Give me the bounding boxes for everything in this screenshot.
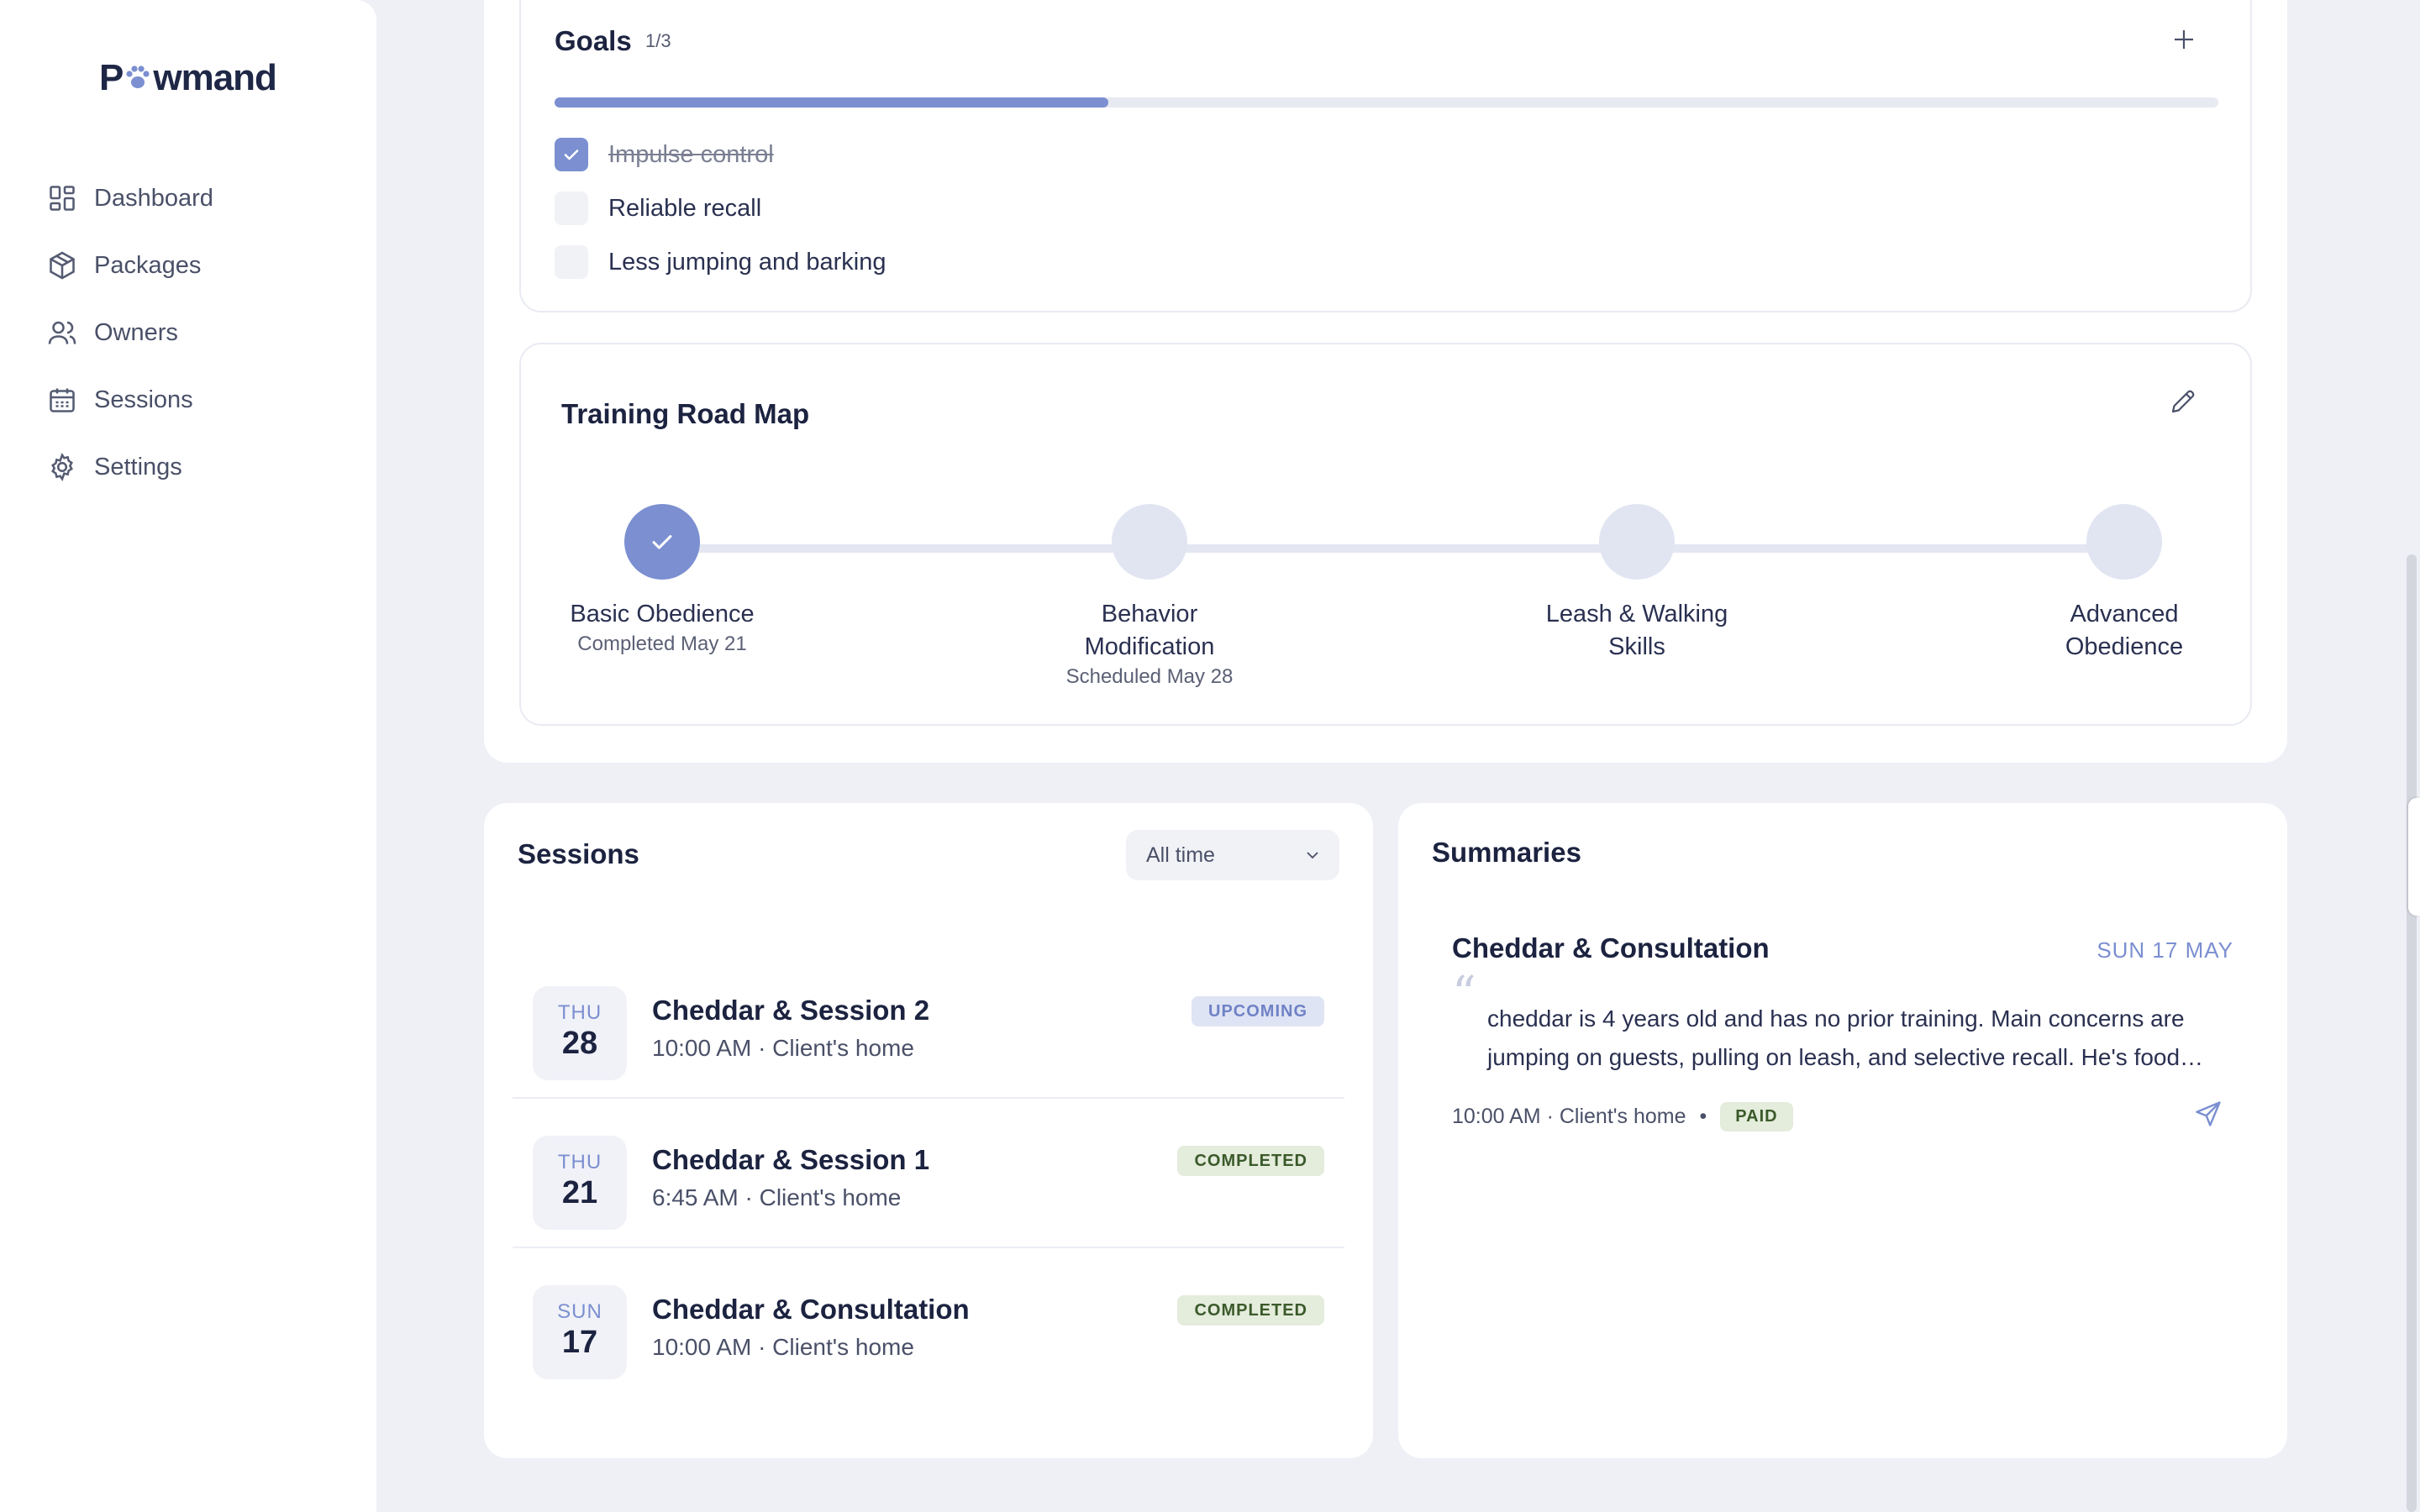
goals-progress-fill bbox=[555, 97, 1109, 108]
sidebar-item-label: Owners bbox=[94, 318, 178, 346]
box-icon bbox=[50, 251, 75, 280]
milestone-advanced-obedience[interactable]: Advanced Obedience bbox=[1998, 504, 2250, 664]
goals-count: 1/3 bbox=[645, 30, 671, 51]
session-title: Cheddar & Session 2 bbox=[652, 995, 930, 1026]
brand-logo[interactable]: P wmand bbox=[99, 57, 277, 99]
goal-checkbox[interactable] bbox=[555, 192, 588, 225]
session-date: THU 21 bbox=[533, 1136, 627, 1230]
sidebar-item-owners[interactable]: Owners bbox=[47, 299, 213, 366]
roadmap-card: Training Road Map Basic Obedience Comple… bbox=[519, 343, 2252, 726]
session-date: THU 28 bbox=[533, 986, 627, 1080]
session-day: 17 bbox=[561, 1325, 598, 1360]
milestone-label: Leash & Walking Skills bbox=[1545, 601, 1728, 660]
goal-item: Reliable recall bbox=[555, 192, 761, 225]
goal-label: Less jumping and barking bbox=[608, 248, 886, 276]
goal-label: Impulse control bbox=[608, 140, 774, 168]
sidebar-item-sessions[interactable]: Sessions bbox=[47, 366, 213, 433]
goals-card: Goals 1/3 Impulse control Reliable recal… bbox=[519, 0, 2252, 312]
milestone-status: Completed May 21 bbox=[577, 633, 747, 655]
summary-date: SUN 17 MAY bbox=[2096, 937, 2233, 963]
milestone-dot bbox=[2086, 504, 2162, 580]
summary-meta: 10:00 AM · Client's home bbox=[1452, 1105, 1686, 1128]
goal-label: Reliable recall bbox=[608, 194, 762, 222]
paw-icon bbox=[126, 66, 150, 88]
milestone-dot bbox=[624, 504, 700, 580]
session-day: 28 bbox=[561, 1026, 598, 1061]
goals-progress-bar bbox=[555, 97, 2218, 108]
status-badge: COMPLETED bbox=[1177, 1146, 1324, 1176]
check-icon bbox=[652, 535, 672, 549]
session-weekday: THU bbox=[557, 1001, 602, 1024]
plus-icon[interactable] bbox=[2171, 27, 2196, 52]
milestone-label: Advanced Obedience bbox=[2065, 601, 2184, 660]
summary-meta-row: 10:00 AM · Client's home • PAID bbox=[1452, 1102, 1793, 1131]
scrollbar-thumb[interactable] bbox=[2407, 554, 2417, 1512]
sidebar-item-label: Sessions bbox=[94, 386, 193, 413]
sessions-panel: Sessions All time THU 28 Cheddar & Sessi… bbox=[484, 803, 1373, 1458]
session-meta: 6:45 AM · Client's home bbox=[652, 1184, 902, 1210]
sidebar-item-label: Dashboard bbox=[94, 184, 213, 212]
brand-name-prefix: P bbox=[99, 57, 124, 98]
session-title: Cheddar & Consultation bbox=[652, 1294, 970, 1325]
quote-icon: “ bbox=[1452, 967, 1476, 1021]
session-date: SUN 17 bbox=[533, 1285, 627, 1379]
sidebar-item-label: Packages bbox=[94, 251, 202, 279]
sidebar-item-dashboard[interactable]: Dashboard bbox=[47, 165, 213, 232]
separator-dot: • bbox=[1699, 1105, 1707, 1128]
dog-profile-panel: Goals 1/3 Impulse control Reliable recal… bbox=[484, 0, 2287, 763]
sidebar: P wmand Dashboard Packages Owners Sessio… bbox=[0, 0, 376, 1512]
side-drawer-handle[interactable] bbox=[2408, 798, 2420, 916]
summaries-panel: Summaries Cheddar & Consultation SUN 17 … bbox=[1398, 803, 2287, 1458]
goal-checkbox[interactable] bbox=[555, 245, 588, 279]
goal-item: Less jumping and barking bbox=[555, 245, 886, 279]
brand-name-suffix: wmand bbox=[153, 57, 277, 98]
milestone-dot bbox=[1112, 504, 1187, 580]
sessions-filter-dropdown[interactable]: All time bbox=[1126, 830, 1339, 880]
session-title: Cheddar & Session 1 bbox=[652, 1144, 930, 1175]
sidebar-item-packages[interactable]: Packages bbox=[47, 232, 213, 299]
summary-text: cheddar is 4 years old and has no prior … bbox=[1487, 1005, 2204, 1070]
session-weekday: SUN bbox=[557, 1300, 602, 1323]
page-scrollbar[interactable] bbox=[2403, 0, 2420, 1512]
summaries-title: Summaries bbox=[1432, 837, 1581, 868]
pencil-icon[interactable] bbox=[2168, 386, 2198, 417]
roadmap-line bbox=[655, 544, 2118, 553]
milestone-behavior-modification[interactable]: Behavior Modification Scheduled May 28 bbox=[1023, 504, 1276, 689]
sidebar-item-label: Settings bbox=[94, 453, 182, 480]
chevron-down-icon bbox=[1307, 852, 1318, 859]
milestone-dot bbox=[1599, 504, 1675, 580]
session-row[interactable]: THU 28 Cheddar & Session 2 10:00 AM · Cl… bbox=[513, 951, 1344, 1099]
sessions-title: Sessions bbox=[518, 838, 639, 869]
status-badge: COMPLETED bbox=[1177, 1295, 1324, 1326]
send-icon[interactable] bbox=[2193, 1099, 2223, 1129]
calendar-icon bbox=[50, 388, 75, 412]
sidebar-nav: Dashboard Packages Owners Sessions Setti… bbox=[47, 165, 213, 501]
summary-title[interactable]: Cheddar & Consultation bbox=[1452, 932, 1770, 964]
milestone-label: Basic Obedience bbox=[570, 601, 755, 627]
goals-title: Goals bbox=[555, 25, 632, 56]
session-meta: 10:00 AM · Client's home bbox=[652, 1035, 914, 1061]
milestone-label: Behavior Modification bbox=[1084, 601, 1215, 660]
session-weekday: THU bbox=[557, 1151, 602, 1173]
check-icon bbox=[564, 150, 579, 160]
goal-item: Impulse control bbox=[555, 138, 774, 171]
grid-icon bbox=[50, 186, 75, 211]
gear-icon bbox=[51, 452, 73, 482]
payment-badge: PAID bbox=[1720, 1102, 1793, 1131]
milestone-leash-walking[interactable]: Leash & Walking Skills bbox=[1511, 504, 1763, 664]
session-day: 21 bbox=[561, 1175, 598, 1210]
status-badge: UPCOMING bbox=[1192, 996, 1324, 1026]
users-icon bbox=[48, 321, 76, 344]
milestone-status: Scheduled May 28 bbox=[1065, 665, 1234, 688]
session-row[interactable]: THU 21 Cheddar & Session 1 6:45 AM · Cli… bbox=[513, 1100, 1344, 1248]
session-meta: 10:00 AM · Client's home bbox=[652, 1334, 914, 1360]
roadmap-title: Training Road Map bbox=[561, 398, 810, 429]
sidebar-item-settings[interactable]: Settings bbox=[47, 433, 213, 501]
session-row[interactable]: SUN 17 Cheddar & Consultation 10:00 AM ·… bbox=[513, 1250, 1344, 1398]
milestone-basic-obedience[interactable]: Basic Obedience Completed May 21 bbox=[536, 504, 788, 656]
goal-checkbox[interactable] bbox=[555, 138, 588, 171]
dropdown-value: All time bbox=[1146, 843, 1215, 867]
